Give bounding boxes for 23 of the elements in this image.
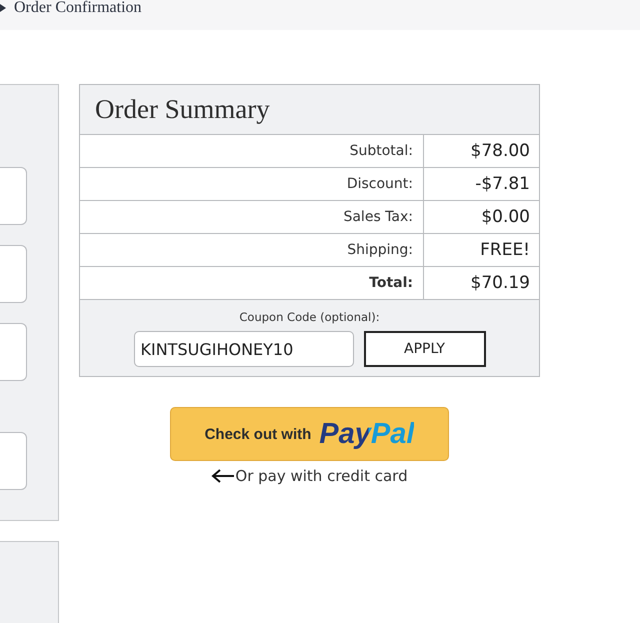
caret-icon — [0, 4, 6, 12]
input-field[interactable] — [0, 245, 27, 303]
summary-label: Sales Tax: — [343, 209, 413, 225]
apply-button[interactable]: APPLY — [364, 331, 486, 367]
coupon-label: Coupon Code (optional): — [239, 310, 380, 324]
input-field[interactable] — [0, 432, 27, 490]
summary-value: $78.00 — [470, 141, 530, 161]
summary-label: Total: — [369, 275, 413, 291]
summary-value: FREE! — [480, 240, 530, 260]
summary-label: Discount: — [346, 176, 413, 192]
left-arrow-icon — [211, 468, 236, 484]
input-field[interactable] — [0, 167, 27, 225]
paypal-button-label: Check out with — [204, 426, 312, 442]
paypal-button[interactable]: Check out with PayPal — [170, 407, 449, 461]
credit-card-link[interactable]: Or pay with credit card — [235, 467, 408, 485]
summary-value: -$7.81 — [475, 174, 530, 194]
summary-value: $0.00 — [481, 207, 530, 227]
input-field[interactable] — [0, 323, 27, 381]
summary-label: Shipping: — [347, 242, 413, 258]
summary-label: Subtotal: — [350, 143, 413, 159]
breadcrumb-link[interactable]: Order Confirmation — [14, 0, 142, 17]
summary-value: $70.19 — [470, 273, 530, 293]
coupon-field[interactable]: KINTSUGIHONEY10 — [134, 331, 354, 367]
